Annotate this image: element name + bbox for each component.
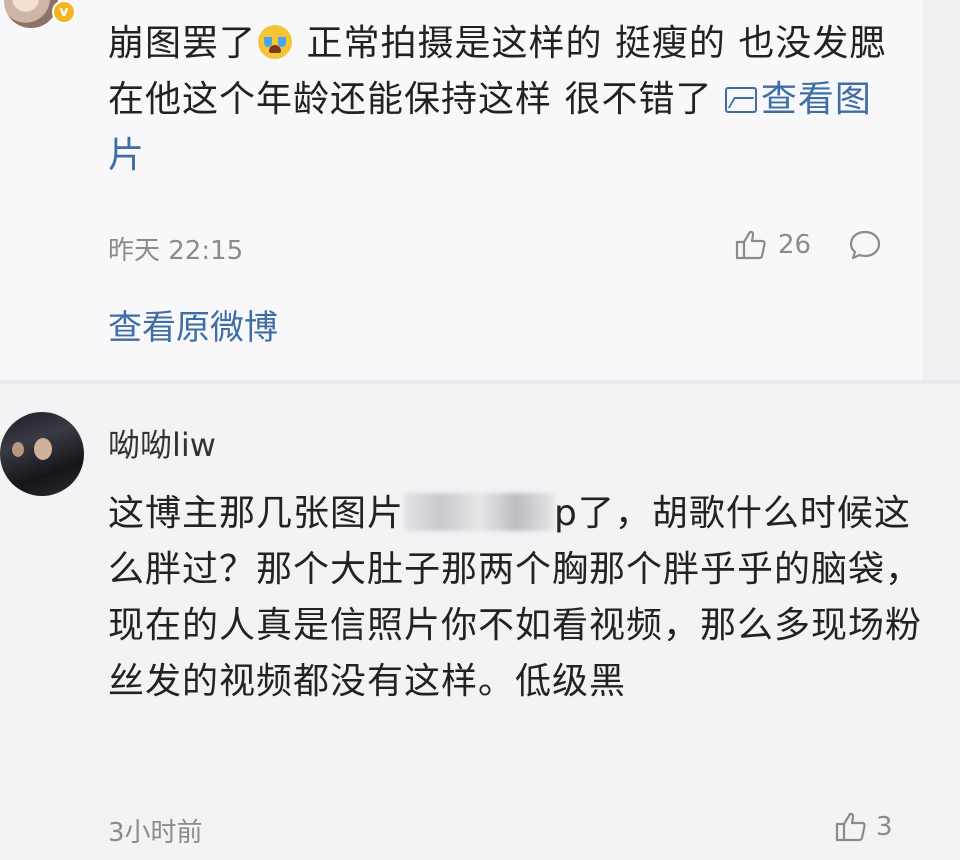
view-original-weibo-link[interactable]: 查看原微博 — [108, 300, 278, 349]
avatar[interactable] — [0, 412, 84, 496]
comment-time: 3小时前 — [108, 818, 203, 848]
divider — [0, 380, 960, 384]
avatar-face — [34, 438, 52, 460]
comment-text: 崩图罢了 正常拍摄是这样的 挺瘦的 也没发腮 在他这个年龄还能保持这样 很不错了… — [108, 16, 908, 184]
like-count: 26 — [778, 230, 812, 260]
image-icon — [724, 87, 757, 113]
comment-time: 昨天 22:15 — [108, 236, 244, 266]
thumbs-up-icon — [734, 228, 768, 262]
comment-text-part1: 崩图罢了 — [108, 23, 257, 64]
comment-bubble-icon — [848, 228, 882, 262]
like-count: 3 — [876, 812, 893, 842]
comment-card-1: v 崩图罢了 正常拍摄是这样的 挺瘦的 也没发腮 在他这个年龄还能保持这样 很不… — [0, 0, 922, 380]
avatar[interactable] — [4, 0, 58, 28]
card-edge — [922, 0, 960, 380]
comment-button[interactable] — [848, 228, 882, 262]
avatar-face-secondary — [12, 442, 24, 457]
verified-badge-icon: v — [52, 0, 76, 24]
crying-face-emoji-icon — [258, 25, 293, 59]
username[interactable]: 呦呦liw — [108, 420, 216, 466]
comment-text-part1: 这博主那几张图片 — [108, 493, 405, 534]
thumbs-up-icon — [834, 810, 868, 844]
blurred-region — [404, 493, 555, 531]
like-button[interactable]: 26 — [734, 228, 811, 262]
comment-text: 这博主那几张图片 p了，胡歌什么时候这么胖过？那个大肚子那两个胸那个胖乎乎的脑袋，… — [108, 486, 928, 710]
like-button[interactable]: 3 — [834, 810, 893, 844]
